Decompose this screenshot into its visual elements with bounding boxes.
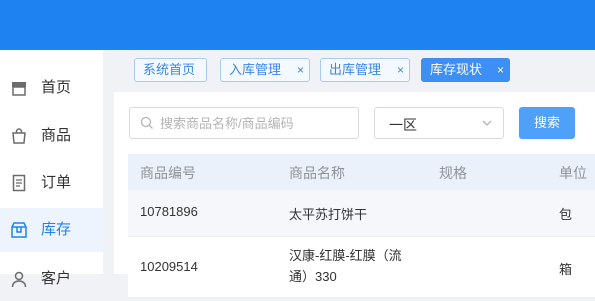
tab-bar: 系统首页 入库管理 × 出库管理 × 库存现状 × <box>103 50 595 92</box>
top-header-bar <box>0 0 595 50</box>
column-header: 单位 <box>559 165 587 181</box>
sidebar-item-label: 订单 <box>41 174 72 191</box>
zone-select[interactable]: 一区 <box>374 107 504 139</box>
tab-label: 系统首页 <box>143 62 196 77</box>
content-panel: 一区 搜索 商品编号 商品名称 规格 单位 10781896 太平苏打饼干 包 … <box>114 92 595 298</box>
sidebar-item-home[interactable]: 首页 <box>0 66 103 110</box>
tab-label: 出库管理 <box>329 62 382 77</box>
tab-home[interactable]: 系统首页 <box>134 58 207 82</box>
column-header: 商品名称 <box>289 165 345 181</box>
search-button[interactable]: 搜索 <box>519 107 575 139</box>
cell-name: 太平苏打饼干 <box>289 207 368 222</box>
sidebar-item-inventory[interactable]: 库存 <box>0 208 103 252</box>
zone-select-value: 一区 <box>389 117 417 133</box>
close-icon[interactable]: × <box>297 59 304 81</box>
sidebar-item-customers[interactable]: 客户 <box>0 257 103 301</box>
sidebar-item-label: 库存 <box>41 221 72 238</box>
tab-inventory-status[interactable]: 库存现状 × <box>421 58 510 82</box>
table-row[interactable]: 10209514 汉康-红膜-红膜（流 通）330 箱 <box>128 237 595 298</box>
cell-name-line2: 通）330 <box>289 269 337 284</box>
user-icon <box>11 271 27 288</box>
tab-label: 库存现状 <box>430 62 483 77</box>
close-icon[interactable]: × <box>397 59 404 81</box>
search-field[interactable] <box>129 107 359 139</box>
store-icon <box>12 82 26 96</box>
column-header: 商品编号 <box>140 165 196 181</box>
sidebar-item-orders[interactable]: 订单 <box>0 161 103 205</box>
document-icon <box>12 174 26 192</box>
tab-label: 入库管理 <box>229 62 282 77</box>
close-icon[interactable]: × <box>497 59 504 81</box>
cell-code: 10209514 <box>140 259 198 274</box>
sidebar-menu: 首页 商品 订单 库存 客户 <box>0 50 103 288</box>
cell-unit: 箱 <box>559 262 573 277</box>
search-input[interactable] <box>160 114 350 132</box>
table-row[interactable]: 10781896 太平苏打饼干 包 <box>128 190 595 237</box>
column-header: 规格 <box>439 165 467 181</box>
bag-icon <box>12 128 26 144</box>
cell-unit: 包 <box>559 207 573 222</box>
table-header: 商品编号 商品名称 规格 单位 <box>128 154 595 190</box>
chevron-down-icon <box>482 120 492 126</box>
box-icon <box>11 222 27 238</box>
sidebar-item-label: 客户 <box>41 270 72 287</box>
sidebar-item-label: 商品 <box>41 127 72 144</box>
sidebar-item-goods[interactable]: 商品 <box>0 114 103 158</box>
search-icon <box>140 116 153 129</box>
tab-outbound[interactable]: 出库管理 × <box>320 58 410 82</box>
cell-name-line1: 汉康-红膜-红膜（流 <box>289 248 402 263</box>
tab-inbound[interactable]: 入库管理 × <box>220 58 310 82</box>
cell-code: 10781896 <box>140 204 198 219</box>
sidebar-item-label: 首页 <box>41 79 72 96</box>
